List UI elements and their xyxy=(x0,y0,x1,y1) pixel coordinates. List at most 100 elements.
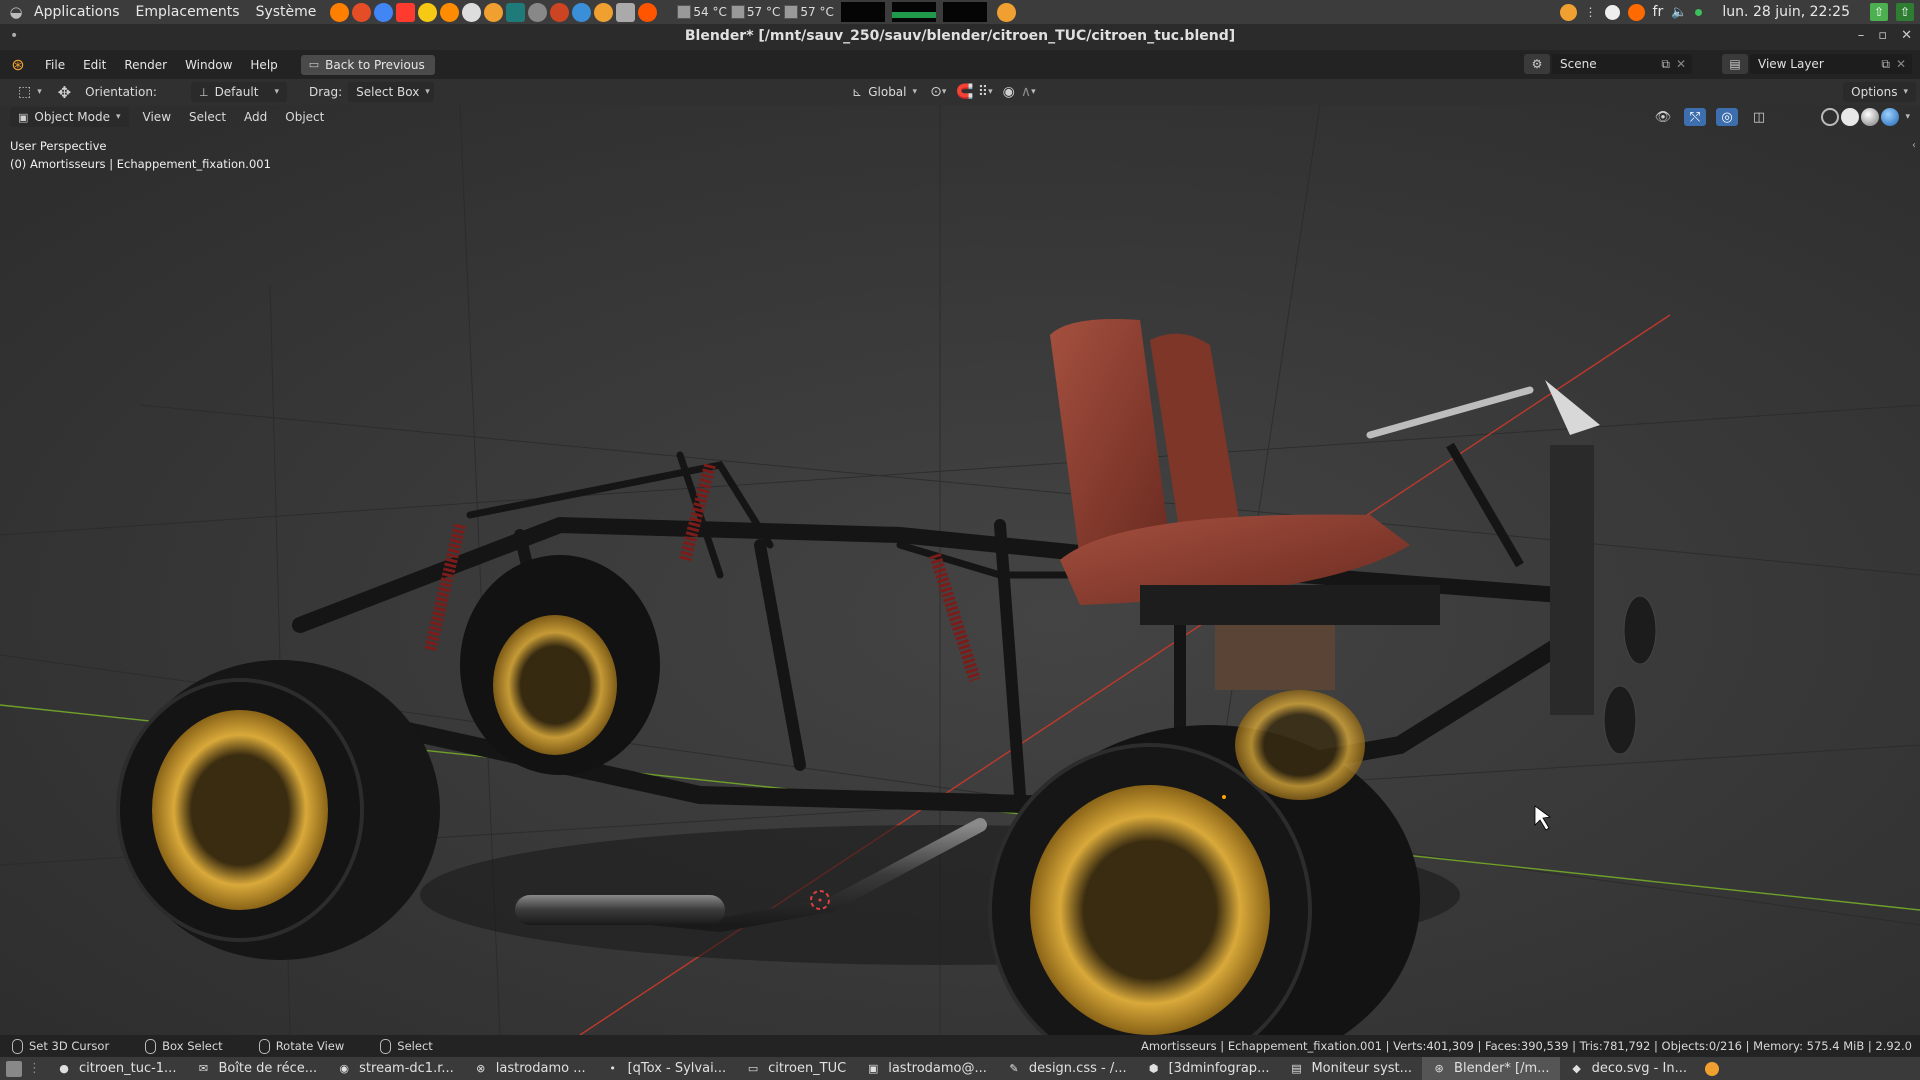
transform-orientation-dropdown[interactable]: ⊾ Global ▾ xyxy=(844,82,920,102)
viewport-menu-view[interactable]: View xyxy=(143,110,171,124)
menu-help[interactable]: Help xyxy=(241,58,286,72)
show-desktop-icon[interactable] xyxy=(6,1060,22,1077)
options-dropdown[interactable]: Options ▾ xyxy=(1843,82,1916,102)
keyboard-layout[interactable]: fr xyxy=(1653,4,1664,20)
snap-grid-icon[interactable]: ⠿ xyxy=(978,84,988,100)
tool-icon: ⬚ xyxy=(18,84,32,100)
view-layer-selector-icon[interactable]: ▤ xyxy=(1722,54,1748,74)
drag-dropdown[interactable]: Select Box ▾ xyxy=(348,82,435,102)
snap-toggle-icon[interactable]: 🧲 xyxy=(956,84,973,100)
rendered-shading-icon[interactable] xyxy=(1881,108,1900,126)
menu-file[interactable]: File xyxy=(36,58,74,72)
orientation-dropdown[interactable]: ⊥ Default ▾ xyxy=(190,82,287,102)
update-secondary-icon[interactable]: ⇧ xyxy=(1896,3,1914,21)
viewport-menu-add[interactable]: Add xyxy=(244,110,267,124)
taskbar-item[interactable]: ◆ deco.svg - In... xyxy=(1560,1057,1697,1080)
tray-x-icon[interactable] xyxy=(1627,3,1645,21)
app-launcher-icon[interactable] xyxy=(374,2,394,22)
app-launcher-icon[interactable] xyxy=(484,2,504,22)
scene-selector-icon[interactable]: ⚙ xyxy=(1524,54,1550,74)
new-view-layer-icon[interactable]: ⧉ xyxy=(1881,57,1890,72)
back-to-previous-button[interactable]: ▭ Back to Previous xyxy=(300,54,435,75)
app-launcher-icon[interactable] xyxy=(352,2,372,22)
3d-viewport[interactable]: ▣ Object Mode ▾ View Select Add Object 👁… xyxy=(0,105,1920,1035)
app-launcher-icon[interactable] xyxy=(572,2,592,22)
solid-shading-icon[interactable] xyxy=(1841,108,1860,126)
panel-menu-applications[interactable]: Applications xyxy=(26,4,128,20)
app-launcher-icon[interactable] xyxy=(418,2,438,22)
xray-toggle-icon[interactable]: ◫ xyxy=(1748,108,1770,126)
clock[interactable]: lun. 28 juin, 22:25 xyxy=(1722,4,1850,20)
move-tool-icon[interactable]: ✥ xyxy=(58,83,71,102)
app-launcher-icon[interactable] xyxy=(396,2,416,22)
taskbar-item[interactable]: ● citroen_tuc-1... xyxy=(47,1057,186,1080)
scene-field[interactable]: Scene ⧉ ✕ xyxy=(1552,54,1692,74)
taskbar-item[interactable]: ▤ Moniteur syst... xyxy=(1279,1057,1422,1080)
new-scene-icon[interactable]: ⧉ xyxy=(1661,57,1670,72)
remove-view-layer-icon[interactable]: ✕ xyxy=(1896,57,1906,71)
task-label: deco.svg - In... xyxy=(1591,1061,1687,1076)
blender-logo-icon[interactable]: ⊛ xyxy=(8,55,28,75)
taskbar-item[interactable]: ▭ citroen_TUC xyxy=(736,1057,856,1080)
taskbar-item[interactable]: ⊗ lastrodamo ... xyxy=(464,1057,596,1080)
proportional-editing-icon[interactable]: ◉ xyxy=(1003,84,1015,100)
wireframe-shading-icon[interactable] xyxy=(1821,108,1840,126)
app-launcher-icon[interactable] xyxy=(506,2,526,22)
view-layer-field[interactable]: View Layer ⧉ ✕ xyxy=(1750,54,1912,74)
task-list: ● citroen_tuc-1... ✉ Boîte de récе... ◉ strea… xyxy=(47,1057,1697,1080)
pivot-point-icon[interactable]: ⊙ xyxy=(930,84,942,100)
app-launcher-icon[interactable] xyxy=(330,2,350,22)
app-launcher-icon[interactable] xyxy=(638,2,658,22)
app-launcher-icon[interactable] xyxy=(462,2,482,22)
overlays-toggle-icon[interactable]: ◎ xyxy=(1716,108,1738,126)
sidebar-toggle-icon[interactable]: ‹ xyxy=(1912,140,1916,151)
menu-render[interactable]: Render xyxy=(115,58,176,72)
blender-launcher-icon[interactable] xyxy=(996,2,1016,22)
remove-scene-icon[interactable]: ✕ xyxy=(1676,57,1686,71)
screen-icon: ▭ xyxy=(308,58,320,71)
active-object-label: (0) Amortisseurs | Echappement_fixation.… xyxy=(10,157,271,171)
taskbar-item[interactable]: ⬢ [3dminfograp... xyxy=(1137,1057,1280,1080)
visibility-icon[interactable]: 👁 xyxy=(1652,108,1674,126)
volume-icon[interactable]: 🔈 xyxy=(1671,5,1687,20)
taskbar-item[interactable]: ✉ Boîte de récе... xyxy=(186,1057,327,1080)
viewport-scene[interactable] xyxy=(0,105,1920,1035)
viewport-menu-select[interactable]: Select xyxy=(189,110,226,124)
blender-topbar: ⊛ File Edit Render Window Help ▭ Back to… xyxy=(0,50,1920,79)
obs-tray-icon[interactable] xyxy=(1604,4,1620,20)
maximize-icon[interactable]: ▫ xyxy=(1878,28,1887,43)
close-icon[interactable]: ✕ xyxy=(1901,28,1912,43)
hint-select: Select xyxy=(380,1038,433,1054)
taskbar-item[interactable]: ▣ lastrodamo@... xyxy=(856,1057,997,1080)
menu-window[interactable]: Window xyxy=(176,58,241,72)
vertical-dots-icon[interactable]: ⋮ xyxy=(1585,5,1597,19)
blender-task-icon[interactable] xyxy=(1704,1061,1719,1076)
taskbar-item[interactable]: ✎ design.css - /... xyxy=(997,1057,1137,1080)
gizmo-toggle-icon[interactable]: ⤲ xyxy=(1684,108,1706,126)
perspective-label: User Perspective xyxy=(10,139,107,153)
taskbar-item[interactable]: ◉ stream-dc1.r... xyxy=(327,1057,464,1080)
chevron-down-icon: ▾ xyxy=(274,87,279,97)
mode-dropdown[interactable]: ▣ Object Mode ▾ xyxy=(10,107,129,127)
viewport-menu-object[interactable]: Object xyxy=(285,110,324,124)
app-launcher-icon[interactable] xyxy=(550,2,570,22)
app-launcher-icon[interactable] xyxy=(616,2,636,22)
taskbar-item[interactable]: ⊛ Blender* [/m... xyxy=(1422,1057,1560,1080)
menu-edit[interactable]: Edit xyxy=(74,58,115,72)
chevron-down-icon: ▾ xyxy=(116,112,121,122)
panel-menu-system[interactable]: Système xyxy=(248,4,325,20)
material-shading-icon[interactable] xyxy=(1861,108,1880,126)
update-icon[interactable]: ⇧ xyxy=(1870,3,1888,21)
network-status-icon[interactable] xyxy=(1695,8,1703,16)
editor-type-dropdown[interactable]: ⬚ ▾ xyxy=(10,82,50,102)
app-launcher-icon[interactable] xyxy=(594,2,614,22)
chevron-down-icon[interactable]: ▾ xyxy=(1905,112,1910,122)
app-launcher-icon[interactable] xyxy=(440,2,460,22)
minimize-icon[interactable]: – xyxy=(1858,28,1865,43)
blender-tray-icon[interactable] xyxy=(1559,3,1577,21)
app-launcher-icon[interactable] xyxy=(528,2,548,22)
taskbar-item[interactable]: • [qTox - Sylvai... xyxy=(596,1057,736,1080)
panel-menu-places[interactable]: Emplacements xyxy=(128,4,248,20)
falloff-icon[interactable]: ∧ xyxy=(1021,84,1031,100)
distro-menu-icon[interactable]: ◒ xyxy=(6,2,26,22)
